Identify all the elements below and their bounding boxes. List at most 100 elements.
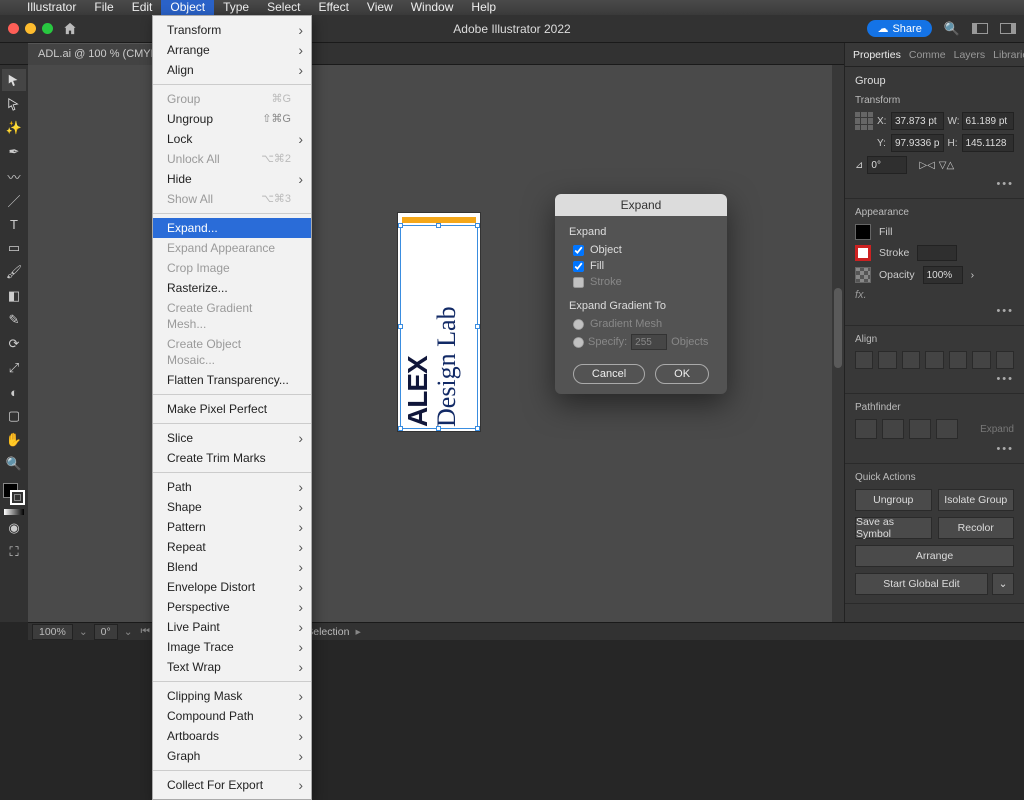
zoom-field[interactable]: 100% xyxy=(32,624,73,640)
more-options-icon[interactable]: ••• xyxy=(855,439,1014,455)
fill-stroke-swatches[interactable] xyxy=(3,483,25,505)
align-more-icon[interactable] xyxy=(996,351,1014,369)
search-icon[interactable]: 🔍 xyxy=(944,21,960,37)
pathfinder-unite-icon[interactable] xyxy=(855,419,877,439)
menu-item[interactable]: Ungroup⇧⌘G xyxy=(153,109,311,129)
align-bottom-icon[interactable] xyxy=(972,351,990,369)
menu-item[interactable]: Image Trace xyxy=(153,637,311,657)
workspace-layout-icon[interactable] xyxy=(972,23,988,34)
gradient-mode-icon[interactable] xyxy=(4,509,24,515)
artboard[interactable]: ALEX Design Lab xyxy=(398,213,480,431)
chevron-down-icon[interactable]: ⌄ xyxy=(77,626,90,638)
opacity-input[interactable]: 100% xyxy=(923,266,963,284)
menu-item[interactable]: Pattern xyxy=(153,517,311,537)
window-close-icon[interactable] xyxy=(8,23,19,34)
flip-h-icon[interactable]: ▷◁ xyxy=(919,160,934,171)
drawmode-icon[interactable]: ◉ xyxy=(2,517,26,539)
menu-object[interactable]: Object xyxy=(161,0,214,15)
artboard-first-icon[interactable]: ⏮ xyxy=(139,625,152,638)
menu-item[interactable]: Slice xyxy=(153,428,311,448)
chevron-right-icon[interactable]: › xyxy=(971,269,975,281)
ok-button[interactable]: OK xyxy=(655,364,709,384)
rectangle-tool-icon[interactable]: ▭ xyxy=(2,237,26,259)
menu-item[interactable]: Arrange xyxy=(153,40,311,60)
menu-type[interactable]: Type xyxy=(214,0,258,15)
curvature-tool-icon[interactable]: 〰 xyxy=(2,165,26,187)
flip-v-icon[interactable]: ▽△ xyxy=(939,160,954,171)
align-hcenter-icon[interactable] xyxy=(878,351,896,369)
menu-help[interactable]: Help xyxy=(462,0,505,15)
screenmode-icon[interactable]: ⛶ xyxy=(2,541,26,563)
paintbrush-tool-icon[interactable]: 🖌 xyxy=(2,261,26,283)
global-edit-dropdown-icon[interactable]: ⌄ xyxy=(992,573,1014,595)
menu-item[interactable]: Expand... xyxy=(153,218,311,238)
home-icon[interactable] xyxy=(63,22,77,36)
w-input[interactable]: 61.189 pt xyxy=(962,112,1015,130)
menu-item[interactable]: Flatten Transparency... xyxy=(153,370,311,390)
menu-window[interactable]: Window xyxy=(402,0,463,15)
direct-selection-tool-icon[interactable] xyxy=(2,93,26,115)
line-tool-icon[interactable]: ／ xyxy=(2,189,26,211)
menu-item[interactable]: Collect For Export xyxy=(153,775,311,795)
window-minimize-icon[interactable] xyxy=(25,23,36,34)
pen-tool-icon[interactable]: ✒ xyxy=(2,141,26,163)
menu-effect[interactable]: Effect xyxy=(309,0,357,15)
menu-item[interactable]: Compound Path xyxy=(153,706,311,726)
menu-item[interactable]: Shape xyxy=(153,497,311,517)
menu-file[interactable]: File xyxy=(85,0,122,15)
magic-wand-tool-icon[interactable]: ✨ xyxy=(2,117,26,139)
expand-object-checkbox[interactable]: Object xyxy=(573,244,713,256)
menu-item[interactable]: Make Pixel Perfect xyxy=(153,399,311,419)
isolate-group-button[interactable]: Isolate Group xyxy=(938,489,1015,511)
vertical-scrollbar[interactable] xyxy=(832,65,844,622)
scale-tool-icon[interactable]: ⤢ xyxy=(2,357,26,379)
chevron-right-icon[interactable]: ▸ xyxy=(353,626,362,638)
menu-item[interactable]: Path xyxy=(153,477,311,497)
tab-libraries[interactable]: Librarie xyxy=(989,49,1024,61)
selection-bounding-box[interactable] xyxy=(400,225,478,429)
pathfinder-minus-icon[interactable] xyxy=(882,419,904,439)
eyedropper-tool-icon[interactable]: ✎ xyxy=(2,309,26,331)
recolor-button[interactable]: Recolor xyxy=(938,517,1015,539)
menu-item[interactable]: Graph xyxy=(153,746,311,766)
menu-item[interactable]: Align xyxy=(153,60,311,80)
tab-layers[interactable]: Layers xyxy=(950,49,990,61)
fill-color-swatch[interactable] xyxy=(855,224,871,240)
gradient-tool-icon[interactable]: ◐ xyxy=(2,381,26,403)
h-input[interactable]: 145.1128 xyxy=(962,134,1015,152)
menu-select[interactable]: Select xyxy=(258,0,309,15)
arrange-button[interactable]: Arrange xyxy=(855,545,1014,567)
menu-view[interactable]: View xyxy=(358,0,402,15)
artboard-tool-icon[interactable]: ▢ xyxy=(2,405,26,427)
more-options-icon[interactable]: ••• xyxy=(855,174,1014,190)
opacity-icon[interactable] xyxy=(855,267,871,283)
menu-item[interactable]: Text Wrap xyxy=(153,657,311,677)
scrollbar-thumb[interactable] xyxy=(834,288,842,368)
pathfinder-exclude-icon[interactable] xyxy=(936,419,958,439)
stroke-swatch-icon[interactable] xyxy=(10,490,25,505)
zoom-tool-icon[interactable]: 🔍 xyxy=(2,453,26,475)
align-left-icon[interactable] xyxy=(855,351,873,369)
align-top-icon[interactable] xyxy=(925,351,943,369)
chevron-down-icon[interactable]: ⌄ xyxy=(122,626,135,638)
menu-edit[interactable]: Edit xyxy=(123,0,162,15)
menu-item[interactable]: Repeat xyxy=(153,537,311,557)
rotate-tool-icon[interactable]: ⟳ xyxy=(2,333,26,355)
menu-item[interactable]: Clipping Mask xyxy=(153,686,311,706)
start-global-edit-button[interactable]: Start Global Edit xyxy=(855,573,988,595)
ungroup-button[interactable]: Ungroup xyxy=(855,489,932,511)
menu-illustrator[interactable]: Illustrator xyxy=(18,0,85,15)
tab-properties[interactable]: Properties xyxy=(849,49,905,61)
align-right-icon[interactable] xyxy=(902,351,920,369)
stroke-color-swatch[interactable] xyxy=(855,245,871,261)
type-tool-icon[interactable]: T xyxy=(2,213,26,235)
menu-item[interactable]: Lock xyxy=(153,129,311,149)
shapebuilder-tool-icon[interactable]: ◧ xyxy=(2,285,26,307)
x-input[interactable]: 37.873 pt xyxy=(891,112,944,130)
workspace-layout-alt-icon[interactable] xyxy=(1000,23,1016,34)
menu-item[interactable]: Create Trim Marks xyxy=(153,448,311,468)
expand-fill-checkbox[interactable]: Fill xyxy=(573,260,713,272)
hand-tool-icon[interactable]: ✋ xyxy=(2,429,26,451)
menu-item[interactable]: Live Paint xyxy=(153,617,311,637)
menu-item[interactable]: Rasterize... xyxy=(153,278,311,298)
